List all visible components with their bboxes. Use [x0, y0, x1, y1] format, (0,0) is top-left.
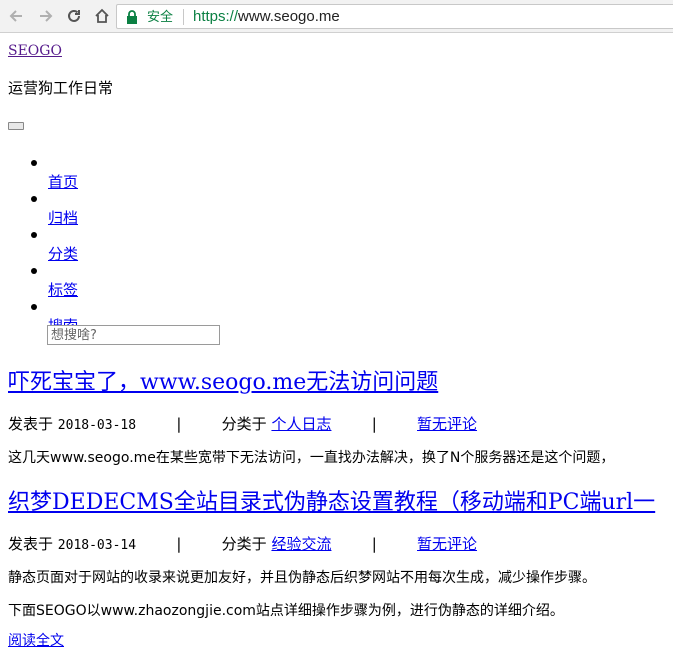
bullet-icon — [31, 232, 37, 238]
post-category-link[interactable]: 个人日志 — [271, 415, 331, 433]
omnibox-separator — [183, 9, 184, 25]
url-scheme: https:// — [193, 8, 239, 25]
site-description: 运营狗工作日常 — [8, 79, 114, 97]
bullet-icon — [31, 160, 37, 166]
post-meta: 发表于 2018-03-18 | 分类于 个人日志 | 暂无评论 — [8, 413, 477, 434]
meta-divider: | — [371, 415, 377, 433]
post-meta: 发表于 2018-03-14 | 分类于 经验交流 | 暂无评论 — [8, 533, 477, 554]
bullet-icon — [31, 196, 37, 202]
secure-label: 安全 — [147, 9, 174, 24]
nav-item-tags: 标签 — [0, 257, 300, 299]
nav-item-home: 首页 — [0, 149, 300, 191]
meta-divider: | — [176, 535, 182, 553]
nav-item-archive: 归档 — [0, 185, 300, 227]
back-arrow-icon[interactable] — [5, 5, 27, 27]
menu-toggle-button[interactable] — [8, 122, 24, 130]
bullet-icon — [31, 268, 37, 274]
read-more-link[interactable]: 阅读全文 — [8, 630, 64, 650]
post-category-link[interactable]: 经验交流 — [271, 535, 331, 553]
url-text[interactable]: https://www.seogo.me — [193, 8, 340, 26]
reload-icon[interactable] — [63, 5, 85, 27]
category-label: 分类于 — [221, 415, 267, 433]
nav-item-categories: 分类 — [0, 221, 300, 263]
post-comments-link[interactable]: 暂无评论 — [417, 535, 477, 553]
bullet-icon — [31, 304, 37, 310]
url-host: www.seogo.me — [238, 8, 340, 25]
post-excerpt: 这几天www.seogo.me在某些宽带下无法访问，一直找办法解决，换了N个服务… — [8, 450, 615, 466]
home-icon[interactable] — [91, 5, 113, 27]
search-input[interactable] — [47, 325, 220, 345]
post-excerpt: 下面SEOGO以www.zhaozongjie.com站点详细操作步骤为例，进行… — [8, 603, 564, 619]
lock-icon — [127, 10, 137, 24]
category-label: 分类于 — [221, 535, 267, 553]
post-comments-link[interactable]: 暂无评论 — [417, 415, 477, 433]
post-date: 2018-03-18 — [57, 418, 137, 433]
post-title-link[interactable]: 吓死宝宝了，www.seogo.me无法访问问题 — [8, 364, 438, 396]
post-title-link[interactable]: 织梦DEDECMS全站目录式伪静态设置教程（移动端和PC端url一 — [8, 484, 655, 516]
published-label: 发表于 — [8, 535, 54, 553]
post-excerpt: 静态页面对于网站的收录来说更加友好，并且伪静态后织梦网站不用每次生成，减少操作步… — [8, 570, 596, 586]
meta-divider: | — [371, 535, 377, 553]
post-date: 2018-03-14 — [57, 538, 137, 553]
address-bar[interactable]: 安全 https://www.seogo.me — [116, 4, 673, 29]
published-label: 发表于 — [8, 415, 54, 433]
meta-divider: | — [176, 415, 182, 433]
browser-toolbar: 安全 https://www.seogo.me — [0, 0, 673, 33]
site-title-link[interactable]: SEOGO — [8, 43, 62, 59]
nav-item-search: 搜索 — [0, 293, 300, 335]
forward-arrow-icon[interactable] — [35, 5, 57, 27]
